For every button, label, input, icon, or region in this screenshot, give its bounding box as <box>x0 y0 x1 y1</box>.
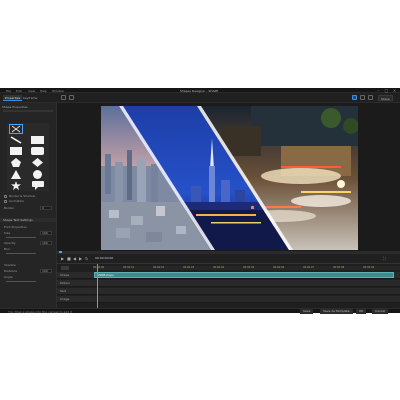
timeline-ruler[interactable]: 00:00:00 00:00:01 00:00:02 00:00:03 00:0… <box>93 266 400 270</box>
size-slider[interactable] <box>6 237 36 238</box>
track-header-motion[interactable]: Motion <box>57 280 93 287</box>
ruler-tick: 00:00:09 <box>363 266 375 269</box>
animation-checkbox[interactable] <box>4 200 7 203</box>
loop-icon[interactable]: ↻ <box>85 257 89 261</box>
preview-canvas[interactable] <box>101 106 358 250</box>
track-lane-text[interactable] <box>93 288 400 295</box>
track-lane-image[interactable] <box>93 296 400 303</box>
diamond-icon <box>32 158 43 167</box>
status-bar: Tip: Drag a shape into the canvas to add… <box>0 308 400 314</box>
distance-field[interactable]: 100 <box>40 269 52 273</box>
track-lane-motion[interactable] <box>93 280 400 287</box>
blur-label: Blur <box>4 247 11 251</box>
current-timecode: 00:00:00:00 <box>95 256 114 260</box>
blur-slider[interactable] <box>6 253 36 254</box>
track-header-image[interactable]: Image <box>57 296 93 303</box>
shape-rounded-rectangle[interactable] <box>31 147 44 155</box>
prev-frame-icon[interactable]: ◀ <box>73 257 77 261</box>
timeline: 00:00:00 00:00:01 00:00:02 00:00:03 00:0… <box>57 263 400 309</box>
shape-circle[interactable] <box>33 170 42 179</box>
track-header-text[interactable]: Text <box>57 288 93 295</box>
stop-icon[interactable]: ■ <box>67 257 71 261</box>
shape-diamond[interactable] <box>32 158 43 167</box>
shape-star[interactable] <box>11 181 21 190</box>
divider <box>3 110 53 112</box>
triangle-icon <box>11 170 21 179</box>
animation-label: Animation <box>9 199 25 203</box>
track-header-shape[interactable]: Shape <box>57 272 93 279</box>
preview-image <box>101 106 358 250</box>
ruler-tick: 00:00:05 <box>243 266 255 269</box>
save-button[interactable]: Save <box>300 309 314 314</box>
shape-none[interactable] <box>9 124 23 134</box>
preview-viewer <box>57 103 400 253</box>
properties-panel: Shape Properties Border & Shadow Animati… <box>0 103 57 308</box>
zoom-icon[interactable] <box>368 95 373 100</box>
line-icon <box>10 136 22 144</box>
angle-label: Angle <box>4 275 13 279</box>
angle-slider[interactable] <box>6 281 36 282</box>
select-tool-icon[interactable] <box>61 95 66 100</box>
border-shadow-checkbox[interactable] <box>4 195 7 198</box>
distance-label: Distance <box>4 269 18 273</box>
shape-square[interactable] <box>10 147 22 155</box>
playback-bar: ▶ ■ ◀ ▶ ↻ 00:00:00:00 ⛶ <box>57 253 400 263</box>
ruler-tick: 00:00:06 <box>273 266 285 269</box>
next-frame-icon[interactable]: ▶ <box>79 257 83 261</box>
shape-line[interactable] <box>10 136 22 144</box>
shape-pentagon[interactable] <box>11 158 21 167</box>
section-shape-properties[interactable]: Shape Properties <box>2 105 54 109</box>
shape-library <box>7 123 49 191</box>
size-label: Size <box>4 231 11 235</box>
tab-keyframe[interactable]: Keyframe <box>21 95 39 101</box>
timeline-playhead[interactable] <box>97 264 98 309</box>
cancel-button[interactable]: Cancel <box>372 309 389 314</box>
ok-button[interactable]: OK <box>356 309 367 314</box>
toolbar: Properties Keyframe Share <box>0 93 400 103</box>
grid-icon[interactable] <box>360 95 365 100</box>
font-properties-label: Font Properties <box>4 225 27 229</box>
status-tip: Tip: Drag a shape into the canvas to add… <box>8 310 73 314</box>
share-button[interactable]: Share <box>378 95 393 101</box>
snap-icon[interactable] <box>352 95 357 100</box>
ruler-tick: 00:00:01 <box>123 266 135 269</box>
none-icon <box>11 125 21 133</box>
speech-bubble-icon <box>32 181 44 190</box>
timeline-zoom-button[interactable] <box>61 266 69 270</box>
star-icon <box>11 181 21 190</box>
size-field[interactable]: 100 <box>40 231 52 235</box>
hand-tool-icon[interactable] <box>69 95 74 100</box>
shadow-label: Shadow <box>4 263 16 267</box>
border-field[interactable]: 0 <box>40 206 52 210</box>
border-label: Border <box>4 206 15 210</box>
ruler-tick: 00:00:07 <box>303 266 315 269</box>
section-text-header[interactable]: Shape Text Settings <box>0 218 56 222</box>
tab-properties[interactable]: Properties <box>3 95 23 101</box>
ruler-tick: 00:00:04 <box>213 266 225 269</box>
shape-rectangle[interactable] <box>31 136 44 144</box>
ruler-tick: 00:00:00 <box>93 266 105 269</box>
border-shadow-label: Border & Shadow <box>9 194 36 198</box>
ruler-tick: 00:00:08 <box>333 266 345 269</box>
play-icon[interactable]: ▶ <box>61 257 65 261</box>
ruler-tick: 00:00:03 <box>183 266 195 269</box>
section-text-label: Shape Text Settings <box>3 218 33 222</box>
track-lane-shape[interactable]: SHAPE.shape <box>93 272 400 279</box>
pentagon-icon <box>11 158 21 167</box>
ruler-tick: 00:00:02 <box>153 266 165 269</box>
opacity-label: Opacity <box>4 241 16 245</box>
fullscreen-icon[interactable]: ⛶ <box>383 257 387 261</box>
shape-speech-bubble[interactable] <box>32 181 44 190</box>
app-window: File Edit View Help Window Shapes Design… <box>0 88 400 314</box>
shape-triangle[interactable] <box>11 170 21 179</box>
timeline-clip[interactable]: SHAPE.shape <box>94 272 394 278</box>
save-as-template-button[interactable]: Save As Template <box>320 309 353 314</box>
opacity-field[interactable]: 100 <box>40 241 52 245</box>
